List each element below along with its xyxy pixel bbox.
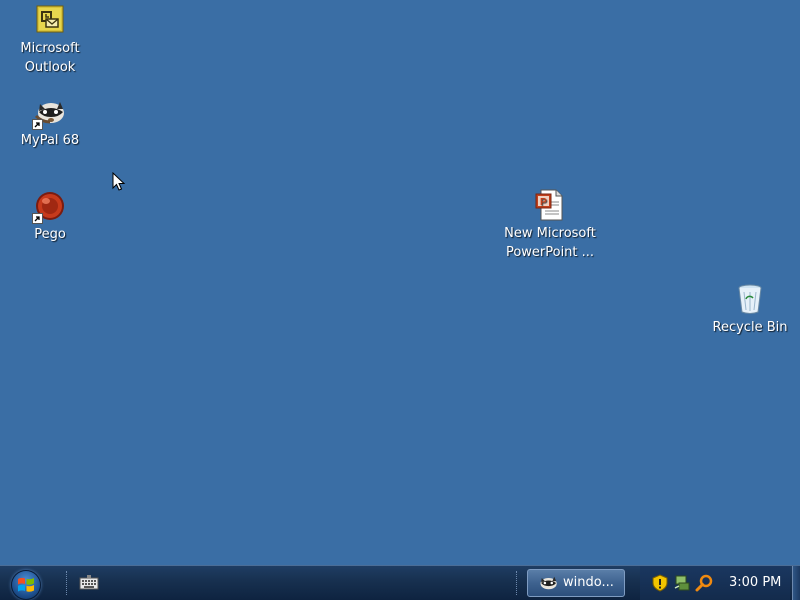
network-icon[interactable] <box>673 574 691 592</box>
mouse-pointer-icon <box>112 171 126 192</box>
desktop[interactable]: Microsoft Outlook MyPal 68 Pego P New Mi… <box>0 0 800 565</box>
taskbar-button-label: windo... <box>563 575 614 590</box>
desktop-icon-label: Pego <box>34 227 66 242</box>
windows-logo-icon <box>18 577 34 592</box>
show-desktop-button[interactable] <box>792 566 800 600</box>
shortcut-arrow-icon <box>32 213 43 224</box>
powerpoint-document-icon: P <box>534 189 566 221</box>
taskbar: windo... 3:00 PM <box>0 565 800 600</box>
taskbar-separator <box>516 571 519 595</box>
raccoon-icon <box>538 574 558 592</box>
desktop-icon-label: Recycle Bin <box>712 320 788 335</box>
desktop-icon-microsoft-outlook[interactable]: Microsoft Outlook <box>0 4 100 77</box>
desktop-icon-label: MyPal 68 <box>20 133 80 148</box>
desktop-icon-recycle-bin[interactable]: Recycle Bin <box>700 283 800 337</box>
raccoon-icon <box>32 96 66 130</box>
desktop-icon-label: New Microsoft PowerPoint ... <box>504 226 596 260</box>
desktop-icon-pego[interactable]: Pego <box>0 190 100 244</box>
pego-icon <box>32 190 66 224</box>
svg-text:P: P <box>540 197 547 208</box>
shortcut-arrow-icon <box>32 119 43 130</box>
quick-launch-separator <box>66 571 69 595</box>
search-icon[interactable] <box>695 574 713 592</box>
taskbar-button-window[interactable]: windo... <box>527 569 625 597</box>
start-button[interactable] <box>11 570 41 600</box>
recycle-bin-icon <box>734 283 766 315</box>
desktop-icon-mypal-68[interactable]: MyPal 68 <box>0 96 100 150</box>
security-shield-icon[interactable] <box>651 574 669 592</box>
system-clock[interactable]: 3:00 PM <box>729 566 781 600</box>
desktop-icon-new-powerpoint[interactable]: P New Microsoft PowerPoint ... <box>500 189 600 262</box>
outlook-icon <box>34 4 66 36</box>
desktop-icon-label: Microsoft Outlook <box>20 41 80 75</box>
keyboard-icon[interactable] <box>79 575 99 591</box>
